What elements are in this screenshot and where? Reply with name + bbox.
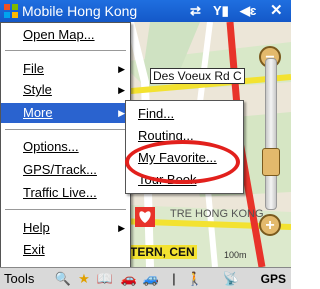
annotation-highlight-ring [125,140,240,184]
zoom-slider-thumb[interactable] [262,148,280,176]
scale-bar: 100m [224,250,247,260]
menu-item-exit[interactable]: Exit [1,240,130,260]
zoom-in-icon[interactable]: + [259,214,281,236]
menu-item-open-map[interactable]: Open Map... [1,25,130,45]
menu-separator [5,129,126,130]
submenu-arrow-icon: ▶ [118,108,125,118]
submenu-arrow-icon: ▶ [118,64,125,74]
district-label: TRE HONG KONG [170,208,264,220]
gps-button[interactable]: GPS [246,270,286,288]
zoom-slider-track[interactable] [265,58,277,210]
windows-flag-icon[interactable] [3,3,19,19]
divider: | [172,271,176,286]
tools-menu-button[interactable]: Tools [4,271,34,286]
road-label: TERN, CEN [128,245,197,259]
tools-menu: Open Map... File ▶ Style ▶ More ▶ Option… [0,22,131,269]
window-title: Mobile Hong Kong [22,3,138,19]
signal-icon[interactable]: Y▮ [213,2,229,20]
submenu-arrow-icon: ▶ [118,85,125,95]
car-icon[interactable]: 🚗 [120,270,138,288]
submenu-arrow-icon: ▶ [118,223,125,233]
bottom-toolbar: Tools 🔍 ★ 📖 🚗 🚙 | 🚶 📡 GPS [0,267,291,289]
favorite-star-icon[interactable]: ★ [75,270,93,288]
menu-item-options[interactable]: Options... [1,137,130,157]
menu-separator [5,50,126,51]
menu-separator [5,209,126,210]
close-icon[interactable]: ✕ [270,2,283,20]
menu-item-find[interactable]: Find... [126,104,243,124]
title-bar: Mobile Hong Kong ⇄ Y▮ ◀ɛ ✕ [0,0,291,22]
device-screen: Mobile Hong Kong ⇄ Y▮ ◀ɛ ✕ Des Voeux Rd … [0,0,291,289]
tourbook-icon[interactable]: 📖 [96,270,114,288]
road-label: Des Voeux Rd C [150,68,245,84]
menu-item-more[interactable]: More ▶ [1,103,130,123]
volume-icon[interactable]: ◀ɛ [240,2,256,20]
gps-icon[interactable]: 📡 [222,270,240,288]
pedestrian-icon[interactable]: 🚶 [186,270,204,288]
menu-item-traffic-live[interactable]: Traffic Live... [1,183,130,203]
menu-item-help[interactable]: Help ▶ [1,218,130,238]
menu-item-gps-track[interactable]: GPS/Track... [1,160,130,180]
search-icon[interactable]: 🔍 [54,270,72,288]
menu-item-style[interactable]: Style ▶ [1,80,130,100]
route-car-icon[interactable]: 🚙 [142,270,160,288]
sync-icon[interactable]: ⇄ [190,2,201,20]
menu-item-file[interactable]: File ▶ [1,59,130,79]
